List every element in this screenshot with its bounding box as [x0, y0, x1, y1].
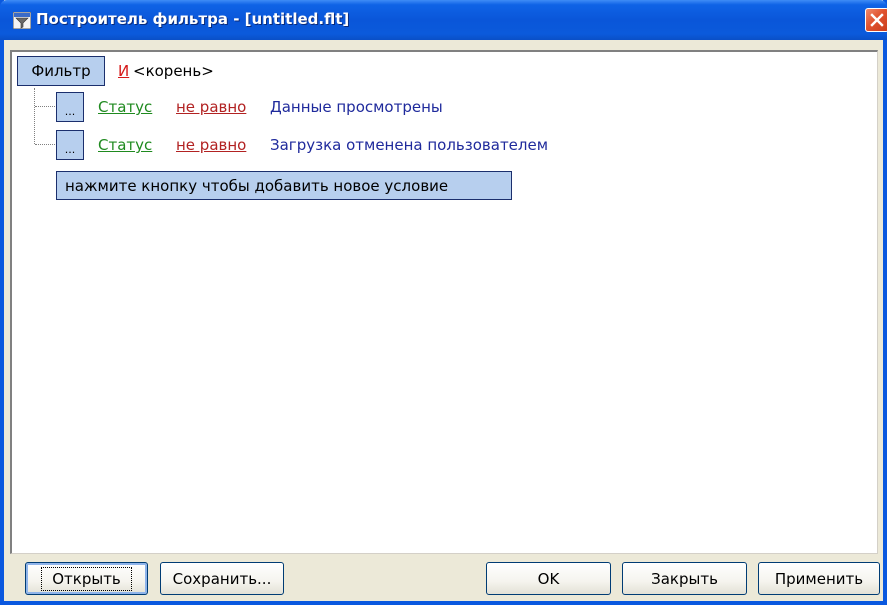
window-title: Построитель фильтра - [untitled.flt]	[36, 10, 350, 28]
save-button[interactable]: Сохранить...	[160, 562, 284, 595]
title-bar[interactable]: Построитель фильтра - [untitled.flt]	[0, 0, 887, 40]
tree-branch	[35, 144, 55, 145]
root-label: <корень>	[133, 62, 214, 80]
open-button-label: Открыть	[41, 566, 132, 591]
condition-value[interactable]: Загрузка отменена пользователем	[270, 136, 548, 154]
filter-root-button[interactable]: Фильтр	[17, 56, 105, 86]
close-icon[interactable]	[865, 8, 887, 32]
add-condition-button[interactable]: нажмите кнопку чтобы добавить новое усло…	[56, 171, 512, 200]
condition-menu-button[interactable]: ...	[56, 92, 84, 122]
condition-operator-link[interactable]: не равно	[176, 98, 246, 116]
filter-funnel-icon	[12, 11, 32, 30]
condition-menu-button[interactable]: ...	[56, 130, 84, 160]
condition-operator-link[interactable]: не равно	[176, 136, 246, 154]
condition-field-link[interactable]: Статус	[98, 136, 152, 154]
group-operator-link[interactable]: И	[118, 62, 129, 80]
condition-field-link[interactable]: Статус	[98, 98, 152, 116]
filter-tree-panel	[10, 50, 878, 554]
apply-button[interactable]: Применить	[758, 562, 880, 595]
close-button[interactable]: Закрыть	[622, 562, 747, 595]
ok-button[interactable]: OK	[486, 562, 611, 595]
tree-line	[34, 88, 35, 144]
condition-value[interactable]: Данные просмотрены	[270, 98, 443, 116]
open-button[interactable]: Открыть	[25, 562, 148, 595]
tree-branch	[35, 106, 55, 107]
